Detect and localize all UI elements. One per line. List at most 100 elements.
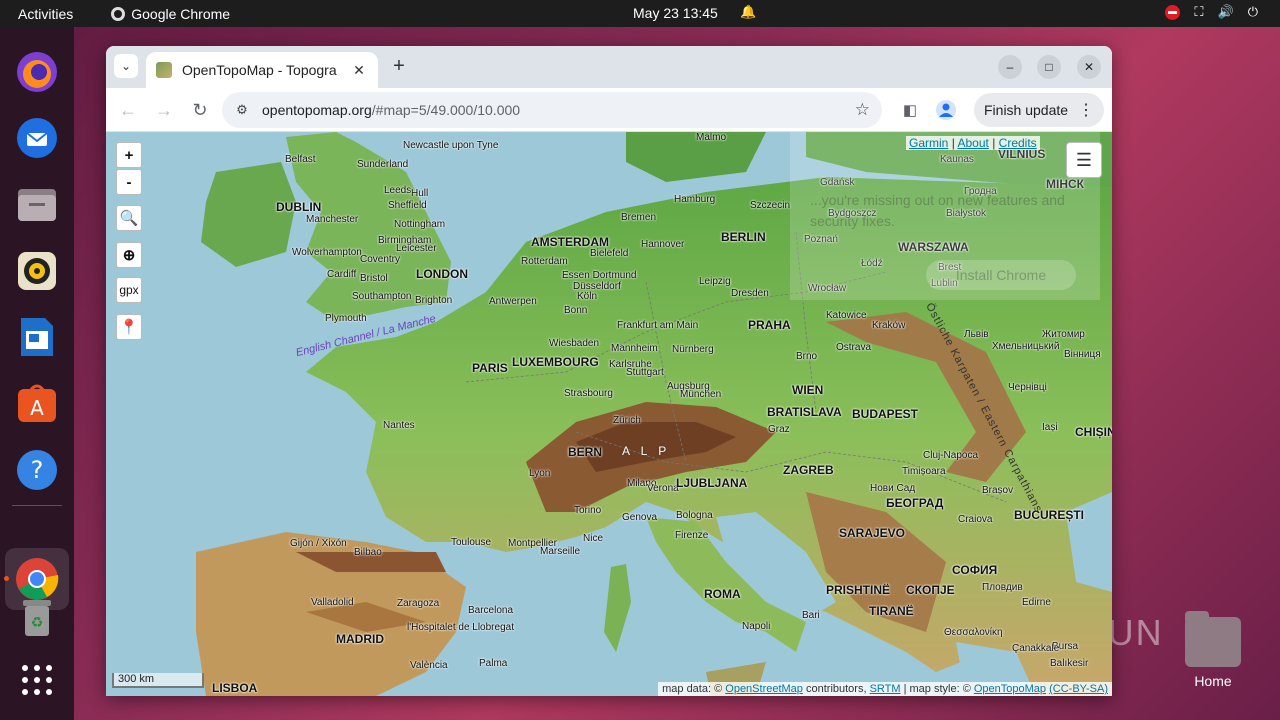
map-view[interactable]: Malmo Newcastle upon Tyne Belfast Sunderlan…	[106, 132, 1112, 696]
city-label: Frankfurt am Main	[617, 320, 699, 331]
close-button[interactable]: ✕	[1077, 55, 1101, 79]
locate-button[interactable]: ⊕	[116, 242, 142, 268]
license-link[interactable]: (CC-BY-SA)	[1049, 683, 1108, 695]
home-label: Home	[1194, 673, 1232, 689]
city-label: Нови Сад	[870, 483, 916, 494]
city-label: Bologna	[676, 510, 713, 521]
activities-button[interactable]: Activities	[18, 6, 73, 22]
clock[interactable]: May 23 13:45	[633, 5, 718, 21]
city-label: Southampton	[352, 291, 412, 302]
city-label: Antwerpen	[489, 296, 537, 307]
city-label: Essen Dortmund	[562, 270, 637, 281]
app-menu-label: Google Chrome	[131, 5, 231, 22]
scale-bar: 300 km	[112, 673, 204, 688]
city-label: Firenze	[675, 530, 709, 541]
city-label: Dresden	[731, 288, 769, 299]
city-label: Bonn	[564, 305, 588, 316]
city-label: Brașov	[982, 485, 1014, 496]
city-label: Hamburg	[674, 194, 716, 205]
gpx-button[interactable]: gpx	[116, 277, 142, 303]
city-label: Timișoara	[902, 466, 946, 477]
city-label: Житомир	[1042, 329, 1085, 340]
capital-label: LJUBLJANA	[676, 476, 748, 490]
attr-mid1: contributors,	[805, 683, 867, 695]
credits-link[interactable]: Credits	[999, 136, 1037, 150]
capital-label: PRISHTINË	[826, 583, 891, 597]
new-tab-button[interactable]: +	[388, 54, 410, 78]
side-panel-icon[interactable]: ◧	[898, 98, 922, 122]
city-label: Nürnberg	[672, 344, 714, 355]
reload-button[interactable]: ↻	[188, 98, 212, 122]
srtm-link[interactable]: SRTM	[870, 683, 901, 695]
finish-update-button[interactable]: Finish update ⋮	[974, 93, 1104, 127]
desktop-home-icon[interactable]: Home	[1180, 611, 1246, 689]
city-label: Bielefeld	[590, 248, 629, 259]
opentopomap-link[interactable]: OpenTopoMap	[974, 683, 1046, 695]
city-label: Malmo	[696, 132, 727, 143]
bookmark-star-icon[interactable]: ☆	[855, 100, 870, 120]
app-menu[interactable]: Google Chrome	[111, 6, 230, 22]
libreoffice-writer-icon[interactable]	[14, 314, 60, 360]
svg-text:♻: ♻	[31, 615, 44, 631]
tab-search-button[interactable]: ⌄	[114, 54, 138, 78]
city-label: Zaragoza	[397, 598, 440, 609]
city-label: Leipzig	[699, 276, 731, 287]
city-label: Gijón / Xixón	[290, 538, 347, 549]
city-label: Szczecin	[750, 200, 791, 211]
city-label: Marseille	[540, 546, 581, 557]
tab-close-icon[interactable]: ✕	[350, 62, 368, 79]
zoom-in-button[interactable]: +	[116, 142, 142, 168]
city-label: Strasbourg	[564, 388, 613, 399]
city-label: Nottingham	[394, 219, 446, 230]
openstreetmap-link[interactable]: OpenStreetMap	[725, 683, 803, 695]
app-center-icon[interactable]: A	[14, 380, 60, 426]
help-icon[interactable]: ?	[14, 447, 60, 493]
zoom-out-button[interactable]: -	[116, 169, 142, 195]
city-label: Plymouth	[325, 313, 367, 324]
garmin-link[interactable]: Garmin	[909, 136, 948, 150]
minimize-button[interactable]: –	[998, 55, 1022, 79]
more-menu-icon[interactable]: ⋮	[1078, 100, 1094, 120]
marker-button[interactable]: 📍	[116, 314, 142, 340]
forward-button[interactable]: →	[152, 98, 176, 122]
install-chrome-button[interactable]: Install Chrome	[926, 260, 1076, 290]
capital-label: БЕОГРАД	[886, 496, 944, 510]
rhythmbox-icon[interactable]	[14, 248, 60, 294]
capital-label: SARAJEVO	[839, 526, 906, 540]
city-label: Ostrava	[836, 342, 872, 353]
city-label: Mannheim	[611, 343, 658, 354]
system-tray[interactable]: ⛶ 🔊 ⏻	[1165, 4, 1258, 20]
files-icon[interactable]	[14, 182, 60, 228]
capital-label: AMSTERDAM	[531, 235, 609, 249]
city-label: Graz	[768, 424, 790, 435]
capital-label: BERLIN	[721, 230, 766, 244]
search-button[interactable]: 🔍	[116, 205, 142, 231]
about-link[interactable]: About	[957, 136, 988, 150]
city-label: Rotterdam	[521, 256, 568, 267]
city-label: Bremen	[621, 212, 657, 223]
city-label: Stuttgart	[626, 367, 664, 378]
capital-label: LISBOA	[212, 681, 258, 695]
maximize-button[interactable]: □	[1037, 55, 1061, 79]
profile-icon[interactable]	[934, 98, 958, 122]
app-grid-icon[interactable]	[14, 657, 60, 703]
city-label: Leeds	[384, 185, 412, 196]
city-label: Lyon	[529, 468, 551, 479]
attr-mid2: | map style: ©	[903, 683, 971, 695]
city-label: Cardiff	[327, 269, 357, 280]
favicon-icon	[156, 62, 172, 78]
site-info-icon[interactable]: ⚙	[222, 102, 262, 118]
city-label: Пловдив	[982, 582, 1023, 593]
firefox-icon[interactable]	[14, 49, 60, 95]
city-label: Leicester	[396, 243, 437, 254]
tab-opentopomap[interactable]: OpenTopoMap - Topogra ✕	[146, 52, 378, 88]
top-bar: Activities Google Chrome May 23 13:45 🔔 …	[0, 0, 1280, 27]
address-bar[interactable]: ⚙ opentopomap.org /#map=5/49.000/10.000 …	[222, 92, 882, 128]
layers-button[interactable]: ☰	[1066, 142, 1102, 178]
capital-label: LUXEMBOURG	[512, 355, 599, 369]
back-button[interactable]: ←	[116, 98, 140, 122]
city-label: Barcelona	[468, 605, 514, 616]
trash-icon[interactable]: ♻	[14, 595, 60, 641]
city-label: München	[680, 389, 722, 400]
thunderbird-icon[interactable]	[14, 115, 60, 161]
